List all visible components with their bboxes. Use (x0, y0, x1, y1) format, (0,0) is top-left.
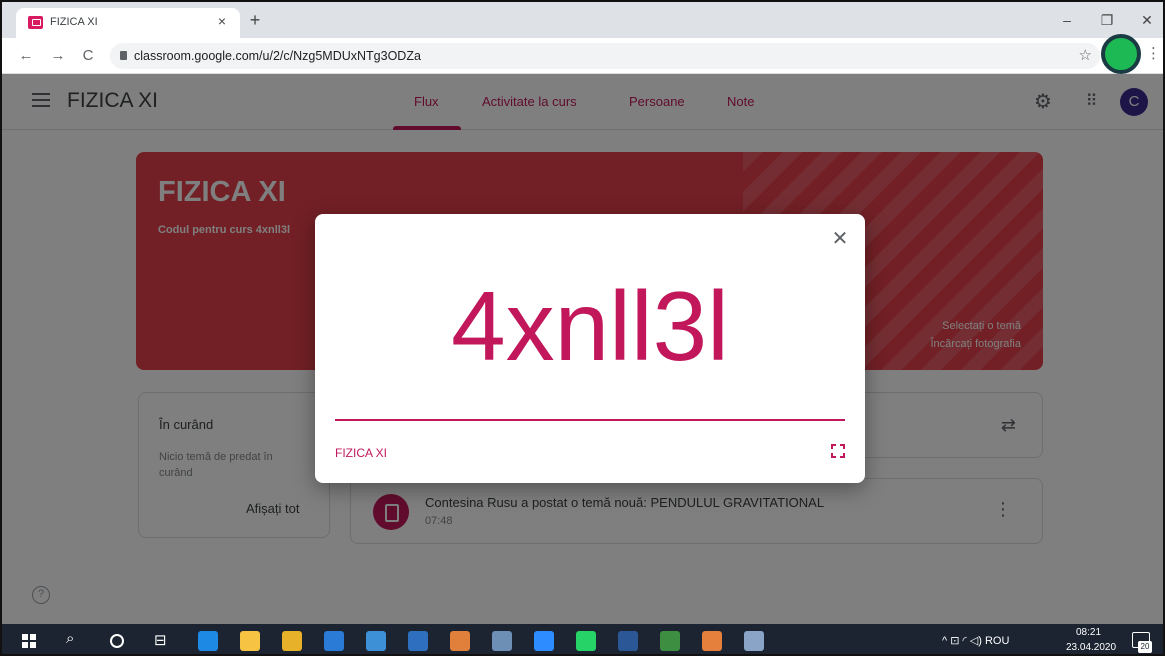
store-icon[interactable] (324, 631, 344, 651)
dialog-class-name: FIZICA XI (335, 446, 388, 460)
fullscreen-icon[interactable] (831, 444, 845, 458)
media-icon[interactable] (366, 631, 386, 651)
task-view-icon[interactable]: ⊟ (154, 631, 167, 649)
class-code: 4xnll3l (451, 271, 729, 381)
cortana-icon[interactable] (110, 634, 124, 648)
chrome-icon[interactable] (282, 631, 302, 651)
browser-menu-icon[interactable]: ⋮ (1146, 44, 1161, 62)
lock-icon[interactable] (120, 51, 127, 60)
windows-start-icon[interactable] (22, 634, 36, 648)
back-button[interactable]: ← (16, 46, 36, 66)
gallery-icon[interactable] (492, 631, 512, 651)
close-icon[interactable]: ✕ (829, 228, 851, 250)
clock-time[interactable]: 08:21 (1076, 627, 1101, 638)
browser-toolbar: ← → C classroom.google.com/u/2/c/Nzg5MDU… (2, 38, 1163, 74)
bookmark-star-icon[interactable]: ☆ (1079, 46, 1092, 64)
address-bar[interactable]: classroom.google.com/u/2/c/Nzg5MDUxNTg3O… (110, 43, 1100, 69)
word-icon[interactable] (618, 631, 638, 651)
profile-avatar-icon[interactable] (1101, 34, 1141, 74)
mail-icon[interactable] (408, 631, 428, 651)
classroom-favicon-icon (28, 16, 43, 29)
close-window-button[interactable]: ✕ (1132, 10, 1162, 30)
minimize-button[interactable]: – (1052, 10, 1082, 30)
paint3d-icon[interactable] (744, 631, 764, 651)
edge-icon[interactable] (198, 631, 218, 651)
settings-app-icon[interactable] (450, 631, 470, 651)
file-explorer-icon[interactable] (240, 631, 260, 651)
search-icon[interactable]: ⌕ (66, 630, 74, 647)
notification-count: 20 (1138, 641, 1152, 653)
whatsapp-icon[interactable] (576, 631, 596, 651)
screen: FIZICA XI × + – ❐ ✕ ← → C classroom.goog… (0, 0, 1165, 656)
excel-icon[interactable] (660, 631, 680, 651)
tab-title: FIZICA XI (50, 16, 98, 28)
forward-button[interactable]: → (48, 46, 68, 66)
new-tab-button[interactable]: + (246, 11, 264, 30)
tab-close-icon[interactable]: × (213, 12, 231, 30)
divider (335, 419, 845, 421)
system-tray[interactable]: ^ ⊡ ◜ ◁) ROU (942, 634, 1009, 647)
browser-tab[interactable]: FIZICA XI × (16, 8, 240, 38)
reload-button[interactable]: C (78, 46, 98, 66)
restore-button[interactable]: ❐ (1092, 10, 1122, 30)
class-code-dialog: ✕ 4xnll3l FIZICA XI (315, 214, 865, 483)
url-text[interactable]: classroom.google.com/u/2/c/Nzg5MDUxNTg3O… (134, 49, 421, 63)
windows-taskbar: ⌕ ⊟ ^ ⊡ ◜ ◁) ROU 08:21 23.04.2020 20 (2, 624, 1163, 654)
clock-date[interactable]: 23.04.2020 (1066, 642, 1116, 653)
zoom-icon[interactable] (534, 631, 554, 651)
paint-icon[interactable] (702, 631, 722, 651)
browser-tab-strip: FIZICA XI × + – ❐ ✕ (2, 2, 1163, 38)
